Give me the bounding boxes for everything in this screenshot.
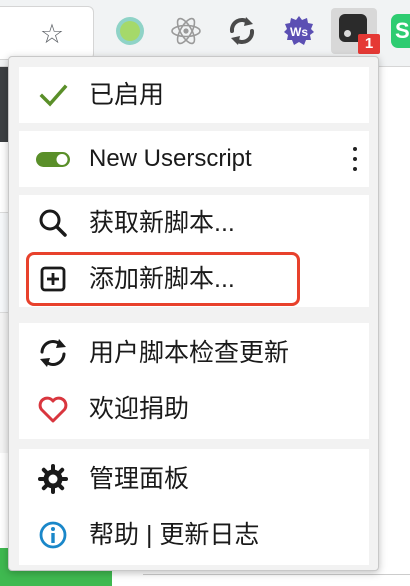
bookmark-star-icon[interactable]: ☆ [38,20,66,48]
page-background-header [0,67,8,142]
gear-icon [38,464,68,494]
more-options-icon[interactable] [345,143,365,175]
donate-item[interactable]: 欢迎捐助 [19,381,369,437]
dashboard-item[interactable]: 管理面板 [19,451,369,507]
refresh-icon [40,339,66,367]
status-section: 已启用 [19,67,369,123]
svg-text:Ws: Ws [290,25,308,39]
green-circle-extension-icon[interactable] [114,15,146,47]
page-background-panel [0,212,8,313]
dashboard-label: 管理面板 [89,465,190,493]
address-bar[interactable]: ☆ [0,6,94,60]
page-divider [143,574,410,575]
notification-badge: 1 [358,34,380,54]
donate-label: 欢迎捐助 [89,395,190,423]
get-new-scripts-item[interactable]: 获取新脚本... [19,195,369,251]
script-enabled-toggle-icon[interactable] [35,143,71,175]
info-icon [39,521,67,549]
help-changelog-item[interactable]: 帮助 | 更新日志 [19,507,369,563]
check-updates-label: 用户脚本检查更新 [89,339,290,367]
add-new-script-item[interactable]: 添加新脚本... [19,251,369,307]
plus-square-icon [40,266,66,292]
page-background-panel-lower [0,312,8,453]
ws-extension-icon[interactable]: Ws [283,15,315,47]
check-updates-item[interactable]: 用户脚本检查更新 [19,325,369,381]
help-changelog-label: 帮助 | 更新日志 [89,521,260,549]
settings-section: 管理面板 帮助 | 更新日志 [19,449,369,565]
script-name: New Userscript [89,145,252,172]
maintenance-section: 用户脚本检查更新 欢迎捐助 [19,323,369,439]
sync-extension-icon[interactable] [226,15,258,47]
heart-icon [38,396,68,423]
tampermonkey-popup-menu: 已启用 New Userscript 获取新脚本... 添加新脚本... 用户脚… [8,56,379,571]
add-new-script-label: 添加新脚本... [89,265,235,293]
script-item-new-userscript[interactable]: New Userscript [19,131,369,187]
script-actions-section: 获取新脚本... 添加新脚本... [19,195,369,307]
enabled-toggle-item[interactable]: 已启用 [19,67,369,123]
scripts-section: New Userscript [19,131,369,187]
react-extension-icon[interactable] [170,15,202,47]
checkmark-icon [39,84,68,107]
s-extension-icon[interactable]: S [391,14,410,48]
search-icon [39,209,67,237]
get-new-scripts-label: 获取新脚本... [89,209,235,237]
enabled-label: 已启用 [89,81,165,109]
